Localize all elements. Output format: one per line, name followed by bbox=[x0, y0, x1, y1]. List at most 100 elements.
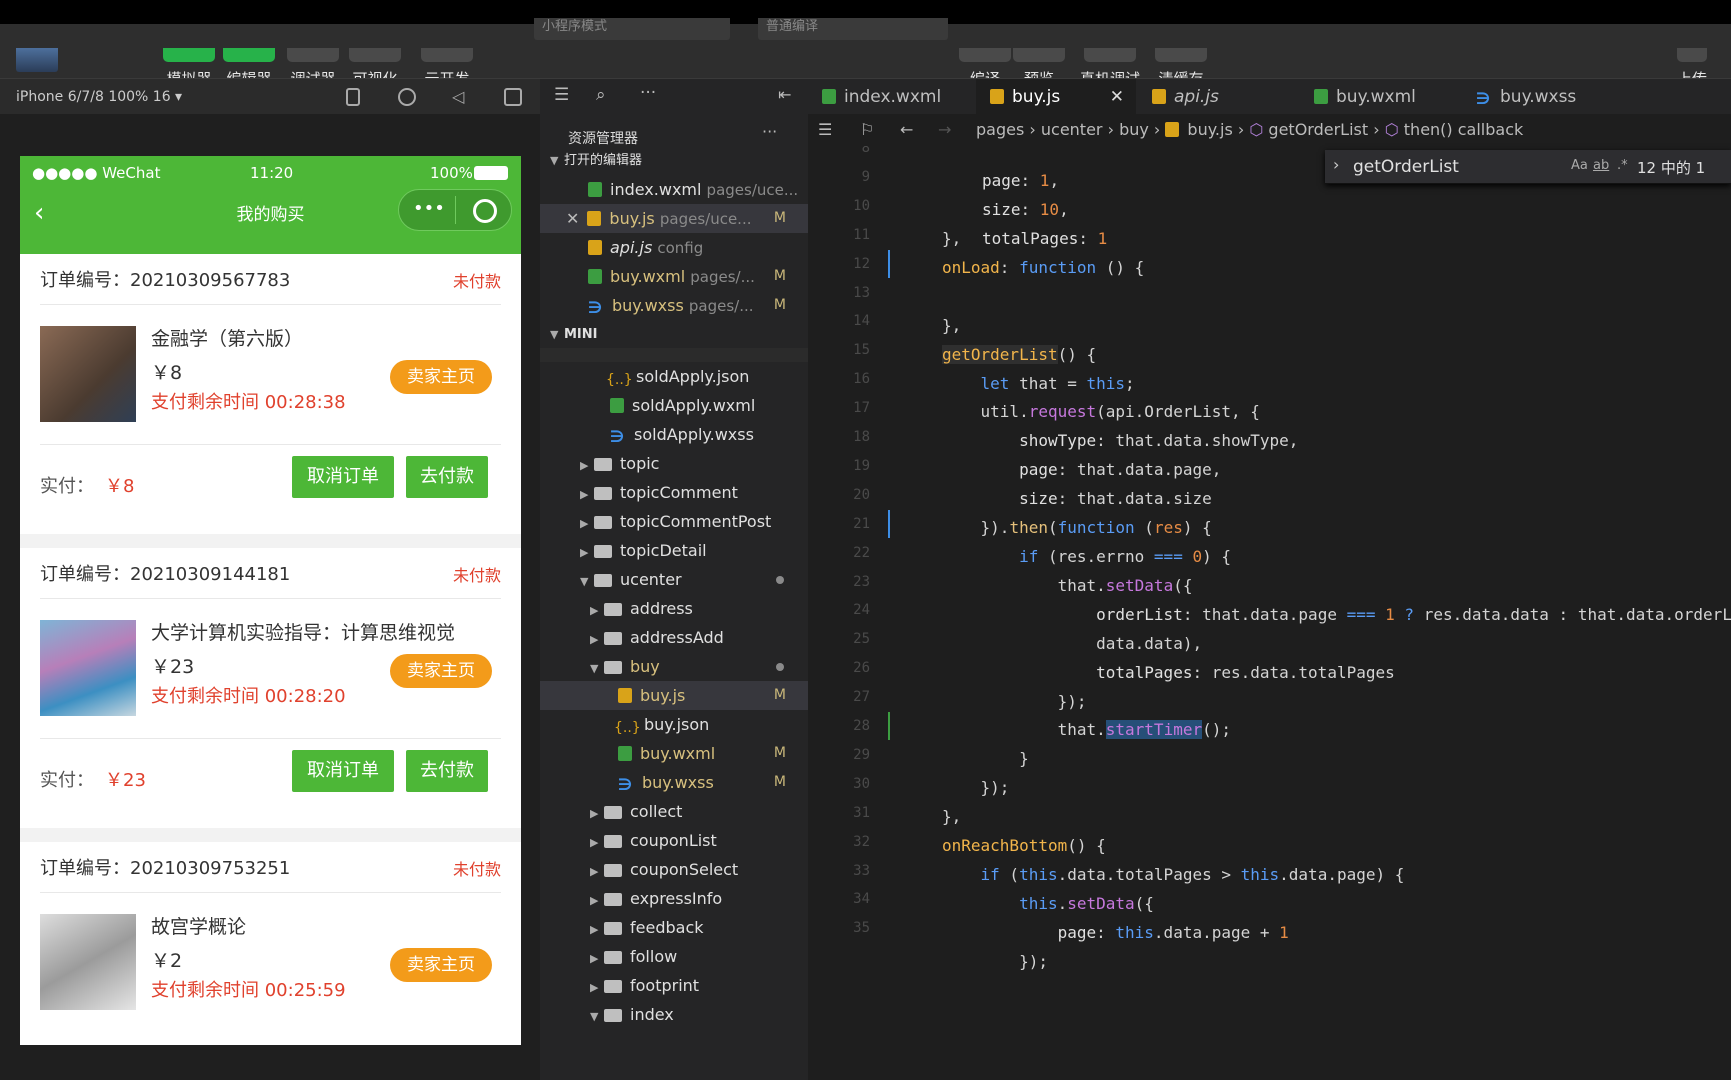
pay-button[interactable]: 去付款 bbox=[406, 750, 488, 792]
tree-item[interactable]: soldApply.wxml bbox=[540, 391, 808, 420]
bookmark-icon[interactable]: ⚐ bbox=[860, 114, 874, 146]
line-number: 34 bbox=[853, 891, 870, 908]
collapse-panel-icon[interactable]: ⇤ bbox=[778, 85, 791, 104]
product-title[interactable]: 金融学（第六版） bbox=[151, 324, 303, 351]
tab-buy-wxss[interactable]: ∋ buy.wxss bbox=[1462, 79, 1622, 115]
open-editor-item[interactable]: ∋ buy.wxss pages/... M bbox=[540, 291, 808, 320]
close-tab-icon[interactable]: ✕ bbox=[1110, 79, 1124, 115]
sound-icon[interactable]: ◁ bbox=[452, 88, 470, 106]
cancel-order-button[interactable]: 取消订单 bbox=[292, 750, 394, 792]
tree-label: topicComment bbox=[620, 483, 738, 502]
divider bbox=[40, 892, 501, 893]
tree-label: topic bbox=[620, 454, 660, 473]
pay-button[interactable]: 去付款 bbox=[406, 456, 488, 498]
tree-folder[interactable]: ▶ topicCommentPost bbox=[540, 507, 808, 536]
compile-select[interactable]: 普通编译 bbox=[758, 18, 948, 40]
outline-icon[interactable]: ☰ bbox=[818, 114, 832, 146]
wxml-file-icon bbox=[588, 269, 602, 284]
toggle-replace-icon[interactable]: › bbox=[1333, 155, 1339, 174]
forward-arrow-icon[interactable]: → bbox=[938, 114, 951, 146]
open-editor-item[interactable]: index.wxml pages/uce... bbox=[540, 175, 808, 204]
code-editor[interactable]: 8 9 10 11 12 13 14 15 16 17 18 19 20 21 22 23 24 25 26 27 28… bbox=[808, 146, 1731, 1080]
folder-icon bbox=[604, 864, 622, 877]
detach-icon[interactable] bbox=[504, 88, 522, 106]
tree-item-selected[interactable]: buy.js M bbox=[540, 681, 808, 710]
crumb-item[interactable]: pages bbox=[976, 120, 1024, 139]
list-icon[interactable]: ☰ bbox=[554, 85, 569, 105]
js-file-icon bbox=[990, 89, 1004, 104]
tree-folder[interactable]: ▶ topic bbox=[540, 449, 808, 478]
tree-folder[interactable]: ▶ couponSelect bbox=[540, 855, 808, 884]
tree-item[interactable]: ∋ soldApply.wxss bbox=[540, 420, 808, 449]
regex-icon[interactable]: .* bbox=[1617, 158, 1628, 173]
open-editors-header[interactable]: ▼ 打开的编辑器 bbox=[540, 146, 808, 175]
code-content-2[interactable]: }, onLoad: function () { }, getOrderList… bbox=[942, 225, 1731, 977]
tree-folder[interactable]: ▶ address bbox=[540, 594, 808, 623]
search-icon[interactable]: ⌕ bbox=[596, 85, 606, 105]
seller-home-button[interactable]: 卖家主页 bbox=[390, 948, 492, 982]
wxss-file-icon: ∋ bbox=[1476, 89, 1491, 108]
js-file-icon bbox=[618, 688, 632, 703]
cancel-order-button[interactable]: 取消订单 bbox=[292, 456, 394, 498]
tree-item[interactable]: buy.wxml M bbox=[540, 739, 808, 768]
breadcrumb-path[interactable]: pages › ucenter › buy › buy.js › ⬡ getOr… bbox=[976, 114, 1523, 146]
product-title[interactable]: 故宫学概论 bbox=[151, 912, 246, 939]
tree-folder[interactable]: ▶ topicComment bbox=[540, 478, 808, 507]
folder-icon bbox=[604, 980, 622, 993]
tree-folder[interactable]: ▼ buy bbox=[540, 652, 808, 681]
simulator-bar: iPhone 6/7/8 100% 16 ▾ ◁ bbox=[0, 78, 540, 114]
crumb-item[interactable]: buy bbox=[1119, 120, 1149, 139]
line-number: 15 bbox=[853, 342, 870, 359]
whole-word-icon[interactable]: ab bbox=[1593, 158, 1609, 173]
crumb-item[interactable]: getOrderList bbox=[1268, 120, 1368, 139]
seller-home-button[interactable]: 卖家主页 bbox=[390, 360, 492, 394]
tree-folder[interactable]: ▶ topicDetail bbox=[540, 536, 808, 565]
tree-folder[interactable]: ▶ expressInfo bbox=[540, 884, 808, 913]
tree-item[interactable]: {..} buy.json bbox=[540, 710, 808, 739]
tree-folder[interactable]: ▶ couponList bbox=[540, 826, 808, 855]
book-cover[interactable] bbox=[40, 620, 136, 716]
capsule-menu[interactable]: ••• bbox=[398, 189, 512, 231]
tab-buy-wxml[interactable]: buy.wxml bbox=[1300, 79, 1460, 115]
back-arrow-icon[interactable]: ← bbox=[900, 114, 913, 146]
tab-index-wxml[interactable]: index.wxml bbox=[808, 79, 974, 115]
mode-select[interactable]: 小程序模式 bbox=[534, 18, 730, 40]
method-icon: ⬡ bbox=[1384, 120, 1399, 139]
tree-folder[interactable]: ▼ index bbox=[540, 1000, 808, 1029]
device-icon[interactable] bbox=[346, 88, 360, 106]
device-select[interactable]: iPhone 6/7/8 100% 16 ▾ bbox=[16, 89, 182, 105]
open-editor-item[interactable]: buy.wxml pages/... M bbox=[540, 262, 808, 291]
close-icon[interactable]: ✕ bbox=[566, 209, 579, 228]
tree-folder[interactable]: ▶ feedback bbox=[540, 913, 808, 942]
crumb-item[interactable]: buy.js bbox=[1187, 120, 1232, 139]
tree-item[interactable]: ∋ buy.wxss M bbox=[540, 768, 808, 797]
wxml-file-icon bbox=[610, 398, 624, 413]
line-number: 30 bbox=[853, 775, 870, 792]
seller-home-button[interactable]: 卖家主页 bbox=[390, 654, 492, 688]
tree-folder[interactable]: ▶ follow bbox=[540, 942, 808, 971]
open-editor-item[interactable]: api.js config bbox=[540, 233, 808, 262]
more-dots-icon[interactable]: ••• bbox=[413, 198, 445, 219]
tab-buy-js[interactable]: buy.js ✕ bbox=[976, 79, 1136, 115]
more-icon[interactable]: ··· bbox=[640, 83, 656, 103]
tree-folder[interactable]: ▶ collect bbox=[540, 797, 808, 826]
book-cover[interactable] bbox=[40, 326, 136, 422]
crumb-item[interactable]: then() callback bbox=[1404, 120, 1523, 139]
eye-icon bbox=[1013, 48, 1065, 62]
tree-folder[interactable]: ▶ footprint bbox=[540, 971, 808, 1000]
explorer-more-icon[interactable]: ··· bbox=[762, 122, 777, 141]
match-case-icon[interactable]: Aa bbox=[1571, 158, 1588, 173]
close-circle-icon[interactable] bbox=[473, 199, 497, 223]
tab-api-js[interactable]: api.js bbox=[1138, 79, 1298, 115]
tree-folder[interactable]: ▼ ucenter bbox=[540, 565, 808, 594]
tree-label: couponSelect bbox=[630, 860, 739, 879]
avatar[interactable] bbox=[16, 48, 58, 72]
record-icon[interactable] bbox=[398, 88, 416, 106]
open-editor-item[interactable]: ✕ buy.js pages/uce... M bbox=[540, 204, 808, 233]
product-title[interactable]: 大学计算机实验指导：计算思维视觉 bbox=[151, 618, 455, 645]
tree-folder[interactable]: ▶ addressAdd bbox=[540, 623, 808, 652]
book-cover[interactable] bbox=[40, 914, 136, 1010]
crumb-item[interactable]: ucenter bbox=[1041, 120, 1103, 139]
project-header[interactable]: ▼ MINI bbox=[540, 320, 808, 349]
tree-item[interactable]: {..} soldApply.json bbox=[540, 362, 808, 391]
